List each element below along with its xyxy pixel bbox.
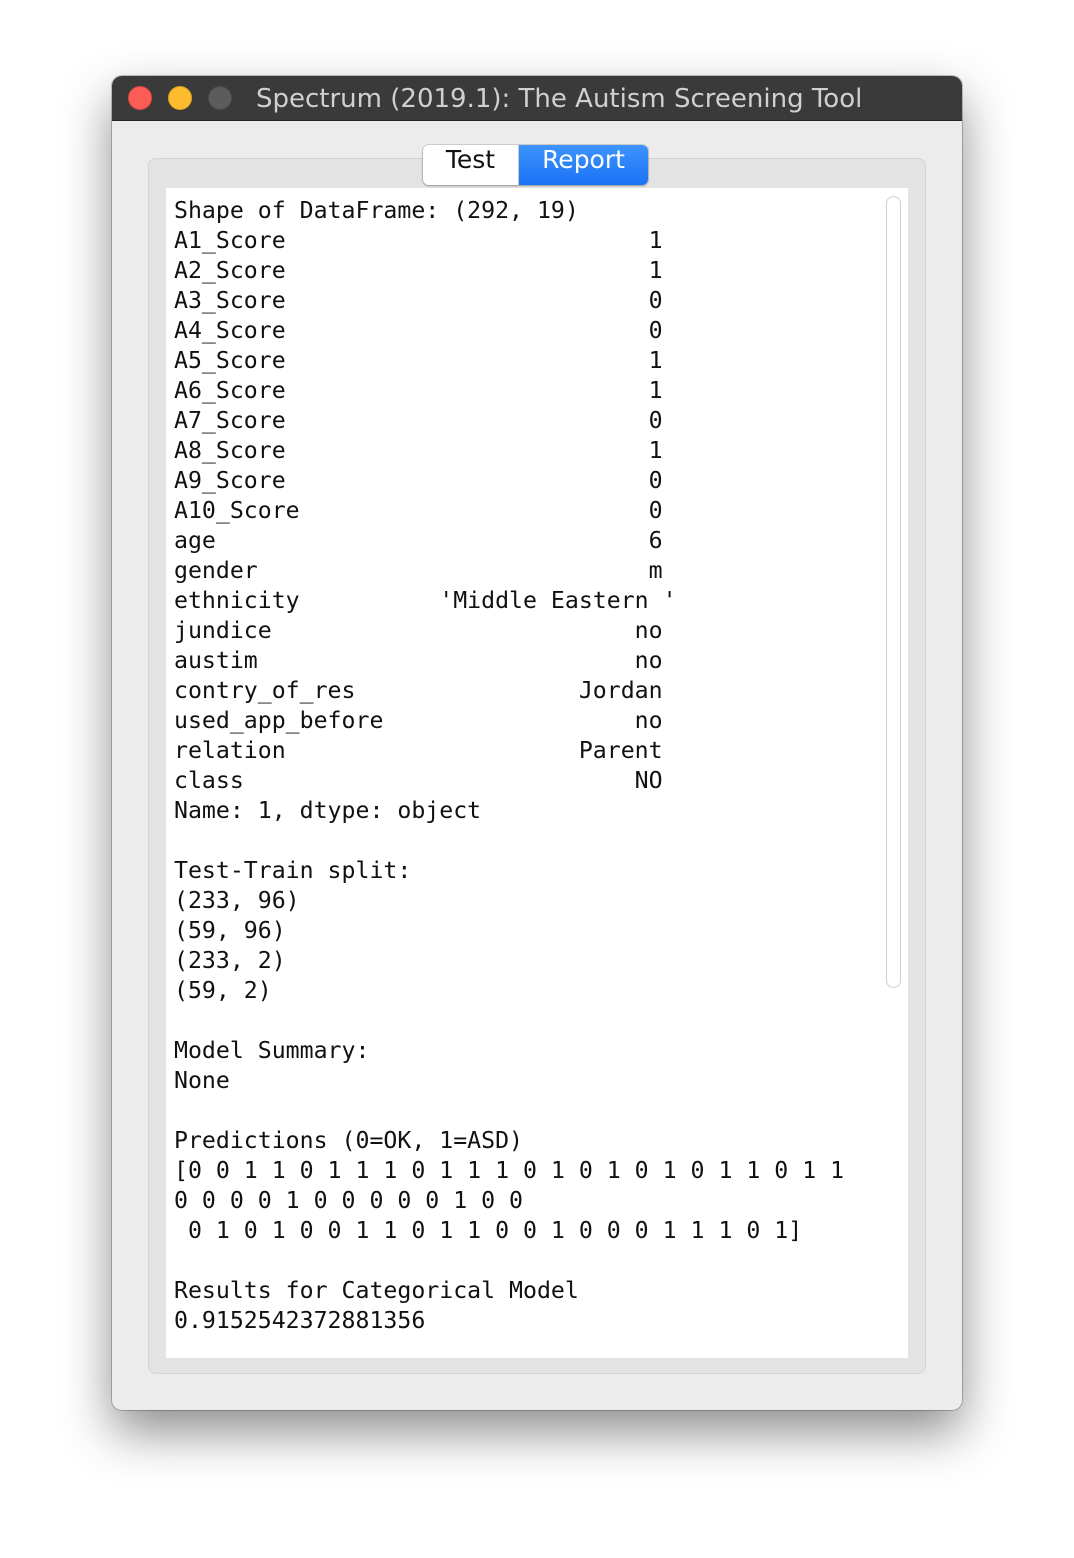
zoom-window-button[interactable] bbox=[208, 86, 232, 110]
report-text-area[interactable]: Shape of DataFrame: (292, 19) A1_Score 1… bbox=[166, 188, 908, 1358]
scrollbar-thumb[interactable] bbox=[886, 196, 901, 988]
title-bar[interactable]: Spectrum (2019.1): The Autism Screening … bbox=[112, 76, 962, 121]
close-window-button[interactable] bbox=[128, 86, 152, 110]
window-title: Spectrum (2019.1): The Autism Screening … bbox=[256, 84, 863, 114]
tab-test[interactable]: Test bbox=[423, 145, 519, 185]
report-output[interactable]: Shape of DataFrame: (292, 19) A1_Score 1… bbox=[174, 196, 844, 1336]
tab-bar: Test Report bbox=[423, 145, 648, 185]
app-window: Spectrum (2019.1): The Autism Screening … bbox=[112, 76, 962, 1410]
minimize-window-button[interactable] bbox=[168, 86, 192, 110]
tab-report[interactable]: Report bbox=[519, 145, 648, 185]
